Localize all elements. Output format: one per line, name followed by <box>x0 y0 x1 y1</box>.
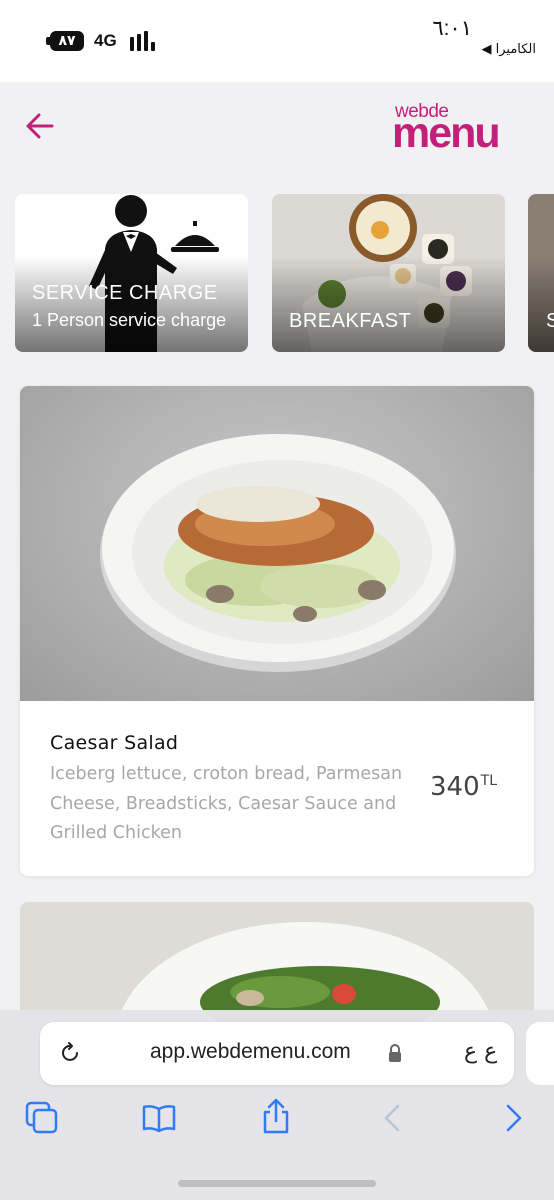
category-overlay <box>528 256 554 352</box>
logo-main-text: menu <box>392 109 501 157</box>
url-text: app.webdemenu.com <box>150 1040 351 1063</box>
brand-logo[interactable]: webde menu <box>392 101 536 157</box>
category-subtitle: 1 Person service charge <box>32 310 227 330</box>
clock: ٦:٠١ <box>432 17 472 40</box>
category-overlay <box>272 256 505 352</box>
home-indicator[interactable] <box>178 1180 376 1187</box>
product-card[interactable]: Caesar Salad Iceberg lettuce, croton bre… <box>20 386 534 876</box>
product-name: Caesar Salad <box>50 732 179 754</box>
network-type: 4G <box>94 31 117 50</box>
back-to-app-link[interactable]: ◀ الكاميرا <box>481 42 536 57</box>
category-service-charge[interactable]: SERVICE CHARGE 1 Person service charge <box>15 194 248 352</box>
share-icon[interactable] <box>258 1098 294 1134</box>
text-size-button[interactable]: ع ع <box>464 1039 497 1064</box>
lock-icon <box>389 1044 401 1062</box>
back-icon[interactable] <box>376 1100 412 1136</box>
price-currency: TL <box>480 773 497 789</box>
product-photo <box>20 386 534 701</box>
app-screen: ٨٧ 4G ٦:٠١ ◀ الكاميرا webde menu SERVICE… <box>0 0 554 1200</box>
product-description: Iceberg lettuce, croton bread, Parmesan … <box>50 764 403 843</box>
category-title: BREAKFAST <box>289 310 412 332</box>
battery-tip <box>46 37 50 45</box>
category-next[interactable]: S <box>528 194 554 352</box>
status-bar: ٨٧ 4G ٦:٠١ ◀ الكاميرا <box>0 0 554 82</box>
battery-indicator: ٨٧ <box>50 31 84 51</box>
category-title: S <box>546 310 554 332</box>
reload-icon[interactable] <box>58 1041 82 1065</box>
next-tab-preview[interactable] <box>526 1022 554 1085</box>
category-title: SERVICE CHARGE <box>32 282 218 304</box>
tabs-icon[interactable] <box>24 1100 60 1136</box>
price-value: 340 <box>430 772 480 802</box>
category-breakfast[interactable]: BREAKFAST <box>272 194 505 352</box>
arrow-left-icon[interactable] <box>24 110 56 142</box>
signal-icon <box>130 31 158 51</box>
forward-icon[interactable] <box>496 1100 532 1136</box>
salad-image <box>100 434 456 672</box>
product-price: 340TL <box>430 772 497 802</box>
address-bar[interactable]: app.webdemenu.com ع ع <box>40 1022 514 1085</box>
bookmarks-icon[interactable] <box>141 1100 177 1136</box>
